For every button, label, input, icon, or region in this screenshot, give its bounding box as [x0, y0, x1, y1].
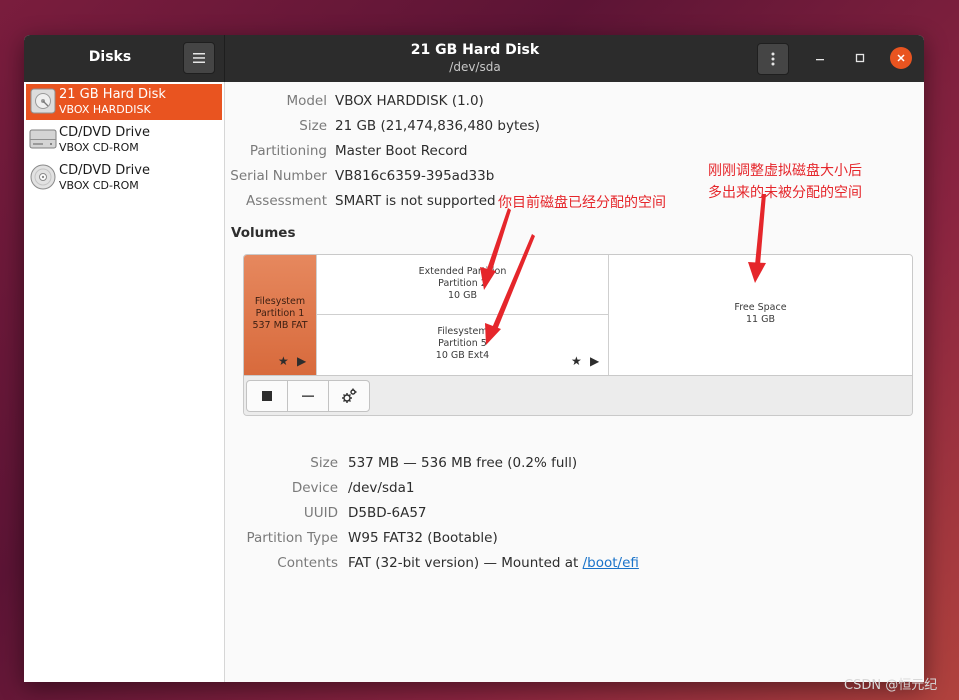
info-label: Serial Number — [230, 168, 327, 184]
info-value: /dev/sda1 — [348, 480, 415, 496]
close-button[interactable] — [890, 47, 912, 69]
hamburger-icon — [193, 53, 205, 63]
window-subtitle: /dev/sda — [449, 60, 501, 74]
partition-2-extended[interactable]: Extended Partition Partition 2 10 GB — [316, 255, 608, 315]
contents-text: FAT (32-bit version) — Mounted at — [348, 555, 583, 571]
app-title: Disks — [88, 49, 132, 65]
drive-model: VBOX CD-ROM — [59, 179, 139, 192]
minimize-icon — [816, 59, 824, 61]
drive-name: 21 GB Hard Disk — [59, 87, 166, 102]
unmount-button[interactable] — [246, 380, 288, 412]
drive-options-button[interactable] — [757, 43, 789, 75]
volume-grid: Filesystem Partition 1 537 MB FAT ★ ▶ Ex… — [243, 254, 913, 416]
drive-item-cd-dvd-2[interactable]: CD/DVD Drive VBOX CD-ROM — [26, 160, 222, 196]
info-label: Partition Type — [246, 530, 338, 546]
play-icon: ▶ — [297, 354, 307, 368]
info-value: SMART is not supported — [335, 193, 496, 209]
partition-label: Partition 1 — [255, 308, 305, 319]
info-label: Assessment — [246, 193, 327, 209]
drive-model: VBOX CD-ROM — [59, 141, 139, 154]
minus-icon — [302, 395, 314, 397]
drive-item-cd-dvd-1[interactable]: CD/DVD Drive VBOX CD-ROM — [26, 122, 222, 158]
partition-label: Free Space — [734, 302, 787, 313]
partition-label: 537 MB FAT — [252, 320, 308, 331]
info-value: VB816c6359-395ad33b — [335, 168, 495, 184]
close-icon — [897, 54, 905, 62]
drive-model: VBOX HARDDISK — [59, 103, 151, 116]
info-value: 537 MB — 536 MB free (0.2% full) — [348, 455, 578, 471]
window-title: 21 GB Hard Disk — [410, 42, 540, 58]
info-value: 21 GB (21,474,836,480 bytes) — [335, 118, 540, 134]
info-label: Partitioning — [249, 143, 327, 159]
info-value: W95 FAT32 (Bootable) — [348, 530, 498, 546]
play-icon: ▶ — [590, 354, 600, 368]
drive-name: CD/DVD Drive — [59, 163, 150, 178]
disks-window: Disks 21 GB Hard Disk /dev/sda 21 GB Har… — [24, 35, 924, 682]
partition-label: Extended Partition — [418, 266, 507, 277]
optical-drive-icon — [29, 129, 57, 149]
star-icon: ★ — [278, 354, 289, 368]
drive-item-hard-disk[interactable]: 21 GB Hard Disk VBOX HARDDISK — [26, 84, 222, 120]
partition-label: 11 GB — [746, 314, 775, 325]
gears-icon — [342, 388, 357, 403]
stop-icon — [262, 391, 272, 401]
partition-label: Filesystem — [437, 326, 488, 337]
partition-label: Partition 5 — [438, 338, 487, 349]
maximize-icon — [855, 53, 865, 63]
partition-label: 10 GB Ext4 — [435, 350, 490, 361]
info-value: Master Boot Record — [335, 143, 468, 159]
watermark: CSDN @恒元纪 — [844, 678, 938, 693]
volume-toolbar — [244, 375, 912, 415]
info-value: VBOX HARDDISK (1.0) — [335, 93, 484, 109]
annotation-allocated: 你目前磁盘已经分配的空间 — [498, 195, 666, 211]
info-label: Size — [299, 118, 327, 134]
info-label: UUID — [303, 505, 338, 521]
info-label: Model — [286, 93, 327, 109]
partition-label: Partition 2 — [438, 278, 487, 289]
annotation-unallocated-line2: 多出来的未被分配的空间 — [708, 185, 862, 201]
app-menu-button[interactable] — [183, 42, 215, 74]
info-value-contents: FAT (32-bit version) — Mounted at /boot/… — [348, 555, 639, 571]
info-label: Contents — [277, 555, 338, 571]
mount-point-link[interactable]: /boot/efi — [583, 555, 639, 571]
partition-options-button[interactable] — [328, 380, 370, 412]
partition-1[interactable]: Filesystem Partition 1 537 MB FAT ★ ▶ — [244, 255, 316, 375]
minimize-button[interactable] — [809, 47, 831, 69]
star-icon: ★ — [571, 354, 582, 368]
volumes-title: Volumes — [231, 225, 296, 241]
delete-partition-button[interactable] — [287, 380, 329, 412]
maximize-button[interactable] — [849, 47, 871, 69]
partition-label: Filesystem — [254, 296, 306, 307]
drive-list: 21 GB Hard Disk VBOX HARDDISK CD/DVD Dri… — [24, 82, 225, 682]
free-space[interactable]: Free Space 11 GB — [608, 255, 912, 375]
info-label: Device — [291, 480, 338, 496]
kebab-menu-icon — [771, 52, 775, 66]
sidebar-header: Disks — [24, 35, 225, 82]
hard-disk-icon — [30, 88, 56, 114]
header-bar: Disks 21 GB Hard Disk /dev/sda — [24, 35, 924, 82]
info-value: D5BD-6A57 — [348, 505, 427, 521]
optical-disc-icon — [30, 164, 56, 190]
partition-label: 10 GB — [448, 290, 477, 301]
drive-name: CD/DVD Drive — [59, 125, 150, 140]
annotation-unallocated-line1: 刚刚调整虚拟磁盘大小后 — [708, 163, 862, 179]
info-label: Size — [310, 455, 338, 471]
partition-5[interactable]: Filesystem Partition 5 10 GB Ext4 ★ ▶ — [316, 315, 608, 375]
